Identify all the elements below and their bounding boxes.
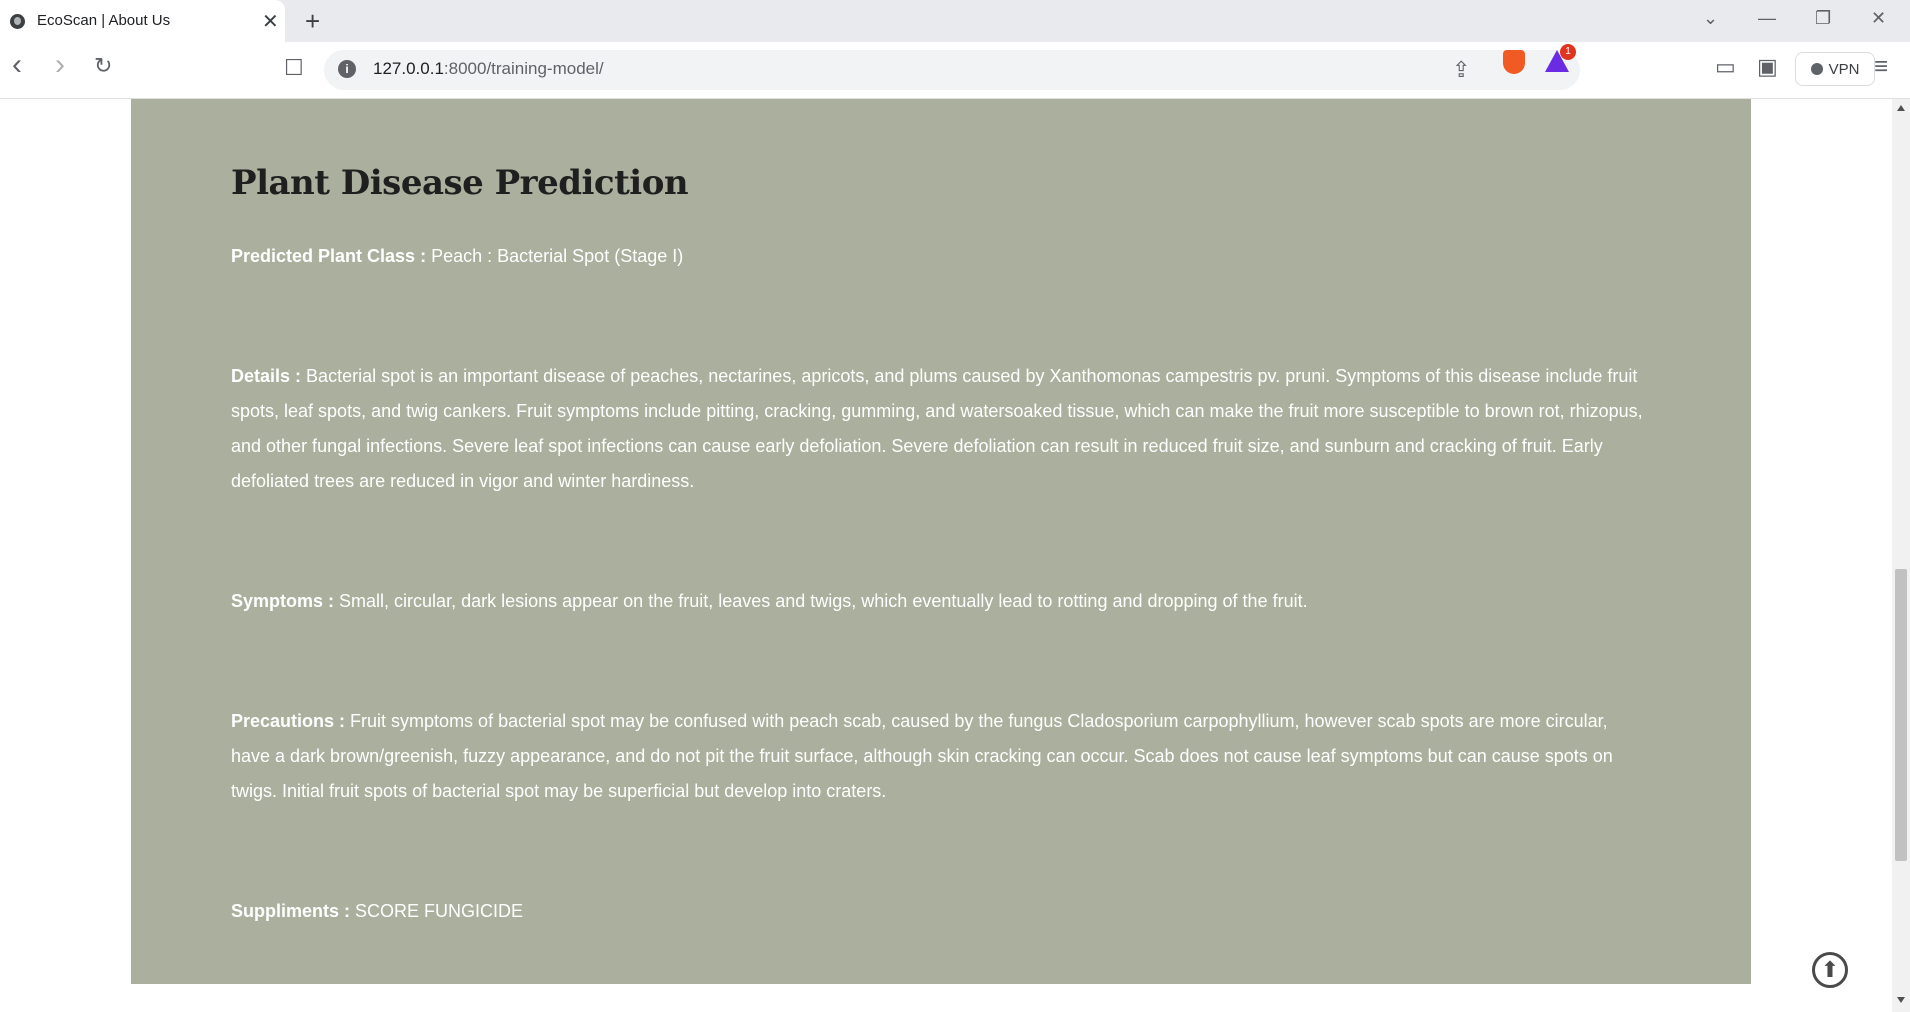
browser-toolbar: ‹ › ↻ ☐ i 127.0.0.1:8000/training-model/… [0,42,1910,99]
tab-title: EcoScan | About Us [37,12,171,29]
details: Details : Bacterial spot is an important… [231,359,1651,499]
scroll-up-arrow-icon[interactable] [1897,105,1905,111]
restore-icon[interactable]: ❐ [1815,8,1831,29]
prediction-content: Plant Disease Prediction Predicted Plant… [231,163,1651,929]
tab-active[interactable]: EcoScan | About Us ✕ [0,0,285,42]
predicted-class-value: Peach : Bacterial Spot (Stage I) [431,246,684,266]
window-close-icon[interactable]: ✕ [1871,8,1886,29]
page-viewport: Plant Disease Prediction Predicted Plant… [0,99,1892,1012]
url-path: :8000/training-model/ [443,59,604,78]
tab-strip: EcoScan | About Us ✕ + ⌄ — ❐ ✕ [0,0,1910,42]
scroll-down-arrow-icon[interactable] [1897,997,1905,1003]
rewards-badge: 1 [1560,44,1576,60]
details-label: Details : [231,366,302,386]
vpn-status-icon [1810,63,1823,75]
page-scrollbar[interactable] [1892,99,1910,1012]
suppliments-value: SCORE FUNGICIDE [355,901,524,921]
vpn-button[interactable]: VPN [1795,52,1875,86]
share-icon[interactable]: ⇪ [1452,57,1470,83]
url-text[interactable]: 127.0.0.1:8000/training-model/ [373,59,604,79]
page-title: Plant Disease Prediction [231,163,689,203]
symptoms-label: Symptoms : [231,591,335,611]
forward-icon[interactable]: › [55,48,65,82]
site-info-icon[interactable]: i [338,60,356,78]
predicted-class-label: Predicted Plant Class : [231,246,427,266]
back-to-top-button[interactable]: ⬆ [1812,952,1848,988]
suppliments: Suppliments : SCORE FUNGICIDE [231,894,1651,929]
url-host: 127.0.0.1 [373,59,444,78]
details-value: Bacterial spot is an important disease o… [231,366,1643,491]
globe-icon [10,14,25,29]
prediction-card: Plant Disease Prediction Predicted Plant… [131,99,1751,984]
tab-search-dropdown-icon[interactable]: ⌄ [1703,8,1718,29]
arrow-up-icon: ⬆ [1820,957,1840,982]
address-bar[interactable]: i 127.0.0.1:8000/training-model/ ⇪ [324,50,1580,90]
wallet-icon[interactable]: ▣ [1757,54,1778,80]
bookmark-icon[interactable]: ☐ [284,55,304,81]
reload-icon[interactable]: ↻ [94,53,112,79]
minimize-icon[interactable]: — [1758,8,1776,29]
predicted-class: Predicted Plant Class : Peach : Bacteria… [231,239,1651,274]
back-icon[interactable]: ‹ [12,48,22,82]
suppliments-label: Suppliments : [231,901,351,921]
precautions: Precautions : Fruit symptoms of bacteria… [231,704,1651,809]
vpn-label: VPN [1828,60,1860,78]
brave-shields-icon[interactable] [1503,50,1525,74]
tab-close-icon[interactable]: ✕ [262,9,279,34]
precautions-label: Precautions : [231,711,346,731]
new-tab-button[interactable]: + [305,6,320,37]
symptoms-value: Small, circular, dark lesions appear on … [339,591,1308,611]
symptoms: Symptoms : Small, circular, dark lesions… [231,584,1651,619]
precautions-value: Fruit symptoms of bacterial spot may be … [231,711,1613,801]
menu-icon[interactable]: ≡ [1874,53,1888,81]
sidebar-icon[interactable]: ▭ [1715,54,1736,80]
scroll-thumb[interactable] [1895,569,1907,861]
